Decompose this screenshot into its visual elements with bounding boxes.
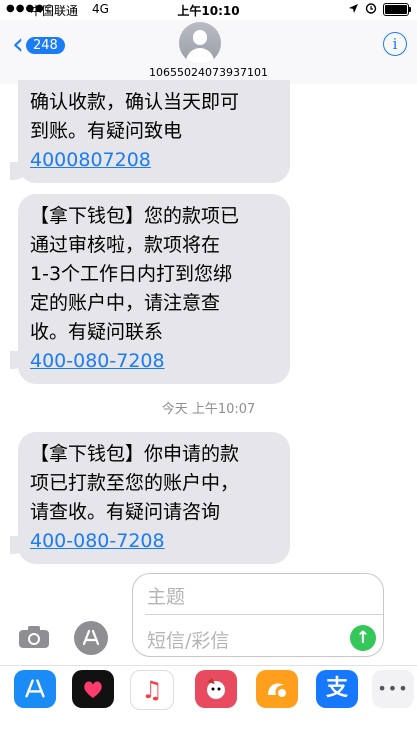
subject-field[interactable]: 主题	[147, 582, 185, 609]
message-text: 项已打款至您的账户中，	[30, 472, 240, 494]
digital-touch-icon[interactable]	[72, 670, 114, 708]
location-icon	[348, 3, 359, 17]
chevron-left-icon: ‹	[12, 27, 24, 62]
camera-icon[interactable]	[18, 625, 50, 649]
message-text: 请查收。有疑问请咨询	[30, 501, 221, 523]
message-text: 到账。有疑问致电	[30, 120, 183, 142]
message-text: 1-3个工作日内打到您绑	[30, 263, 233, 285]
message-bubble[interactable]: 【拿下钱包】你申请的款 项已打款至您的账户中， 请查收。有疑问请咨询 400-0…	[18, 432, 290, 564]
app-store-icon[interactable]	[14, 670, 56, 708]
info-icon[interactable]: i	[383, 32, 407, 56]
phone-link[interactable]: 4000807208	[30, 146, 278, 175]
message-input[interactable]: 主题 短信/彩信 ↑	[132, 573, 384, 657]
app-drawer: ♫ 支 •••	[0, 665, 417, 712]
unread-badge: 248	[26, 36, 65, 54]
contact-avatar[interactable]	[179, 22, 221, 64]
message-text: 收。有疑问联系	[30, 321, 164, 343]
message-text: 【拿下钱包】您的款项已	[30, 205, 240, 227]
message-timestamp: 今天 上午10:07	[161, 402, 256, 417]
uc-browser-icon[interactable]	[256, 670, 298, 708]
send-button[interactable]: ↑	[350, 625, 376, 651]
body-field[interactable]: 短信/彩信	[147, 626, 229, 653]
message-bubble[interactable]: 【拿下钱包】您的款项已 通过审核啦，款项将在 1-3个工作日内打到您绑 定的账户…	[18, 194, 290, 384]
music-icon[interactable]: ♫	[130, 670, 174, 710]
message-text: 确认收款，确认当天即可	[30, 91, 240, 113]
alarm-icon	[365, 2, 377, 17]
apps-button[interactable]	[74, 621, 108, 655]
alipay-icon[interactable]: 支	[316, 670, 358, 708]
contact-number[interactable]: 10655024073937101	[0, 66, 417, 79]
phone-link[interactable]: 400-080-7208	[30, 527, 278, 556]
more-icon[interactable]: •••	[372, 670, 414, 708]
conversation-header: ‹ 248 10655024073937101 i	[0, 20, 417, 84]
battery-icon	[383, 3, 411, 16]
message-text: 【拿下钱包】你申请的款	[30, 443, 240, 465]
message-text: 通过审核啦，款项将在	[30, 234, 221, 256]
status-bar: ●●●●○ 中国联通 4G 上午10:10	[0, 0, 417, 20]
phone-link[interactable]: 400-080-7208	[30, 347, 278, 376]
composer: 主题 短信/彩信 ↑	[0, 565, 417, 665]
message-text: 定的账户中，请注意查	[30, 292, 221, 314]
back-button[interactable]: ‹ 248	[12, 30, 65, 60]
sticker-icon[interactable]	[195, 670, 237, 708]
message-bubble[interactable]: 确认收款，确认当天即可 到账。有疑问致电 4000807208	[18, 80, 290, 183]
